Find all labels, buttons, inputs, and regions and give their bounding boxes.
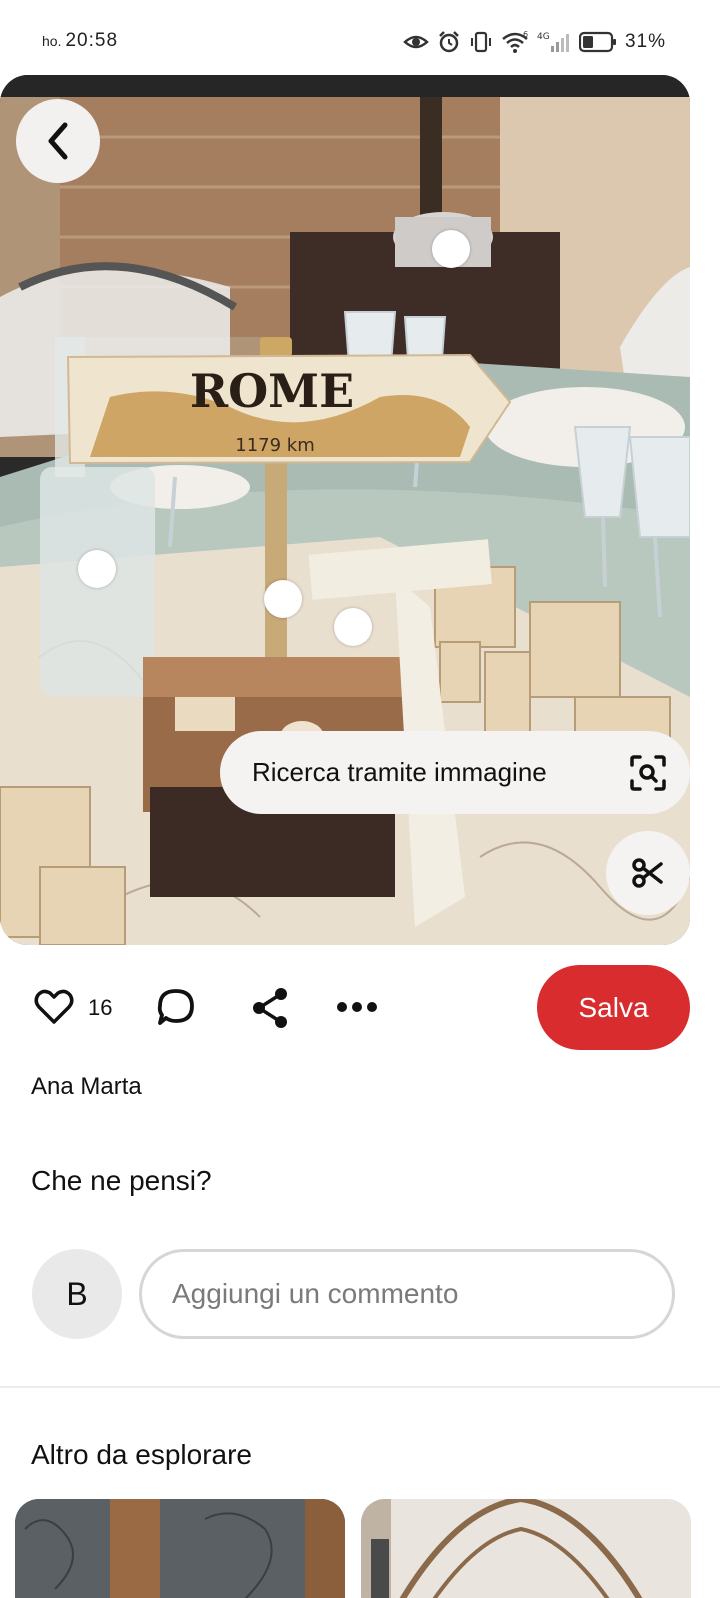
hotspot-dot[interactable] [264, 580, 302, 618]
battery-icon [578, 31, 616, 53]
author-name[interactable]: Ana Marta [31, 1073, 142, 1101]
action-row: 16 Salva [0, 965, 720, 1051]
status-time: ho. 20:58 [42, 30, 118, 52]
explore-card[interactable] [15, 1499, 345, 1598]
wifi-icon: 6 [502, 30, 528, 53]
signal-superscript: 6 [523, 30, 528, 39]
status-bar: ho. 20:58 6 4G 31% [0, 0, 720, 72]
back-button[interactable] [16, 99, 100, 183]
sign-title: ROME [190, 364, 354, 418]
explore-heading: Altro da esplorare [31, 1439, 253, 1470]
comment-icon[interactable] [156, 987, 196, 1027]
vibrate-icon [470, 31, 491, 53]
battery-percent: 31% [624, 31, 666, 52]
visual-search-button[interactable]: Ricerca tramite immagine [220, 731, 690, 814]
hotspot-dot[interactable] [432, 230, 470, 268]
lens-search-icon [630, 755, 666, 791]
explore-card-image [15, 1499, 345, 1598]
save-button[interactable]: Salva [537, 965, 690, 1050]
carrier-label: ho. [42, 33, 62, 49]
visual-search-label: Ricerca tramite immagine [252, 757, 547, 787]
share-icon[interactable] [250, 987, 290, 1029]
eye-icon [403, 35, 429, 49]
hotspot-dot[interactable] [78, 550, 116, 588]
explore-card-image [361, 1499, 691, 1598]
chevron-left-icon [48, 122, 68, 160]
image-frame-top [0, 75, 690, 99]
status-icons: 6 4G 31% [403, 28, 666, 56]
comment-input[interactable] [139, 1249, 675, 1339]
cell-signal-icon: 4G [537, 32, 569, 52]
more-options-icon[interactable] [336, 995, 378, 1019]
scissors-icon [632, 858, 663, 888]
avatar[interactable]: B [32, 1249, 122, 1339]
alarm-icon [439, 31, 459, 53]
pin-photo: ROME 1179 km [0, 97, 690, 945]
avatar-initial: B [66, 1275, 88, 1312]
explore-card[interactable] [361, 1499, 691, 1598]
comments-heading: Che ne pensi? [31, 1165, 212, 1196]
heart-icon[interactable] [34, 987, 74, 1027]
sign-distance: 1179 km [235, 435, 315, 456]
pin-image[interactable]: ROME 1179 km [0, 75, 690, 945]
divider [0, 1386, 720, 1388]
clock: 20:58 [65, 30, 119, 51]
like-count: 16 [88, 995, 113, 1020]
cutout-button[interactable] [606, 831, 690, 915]
hotspot-dot[interactable] [334, 608, 372, 646]
network-label: 4G [537, 32, 550, 42]
